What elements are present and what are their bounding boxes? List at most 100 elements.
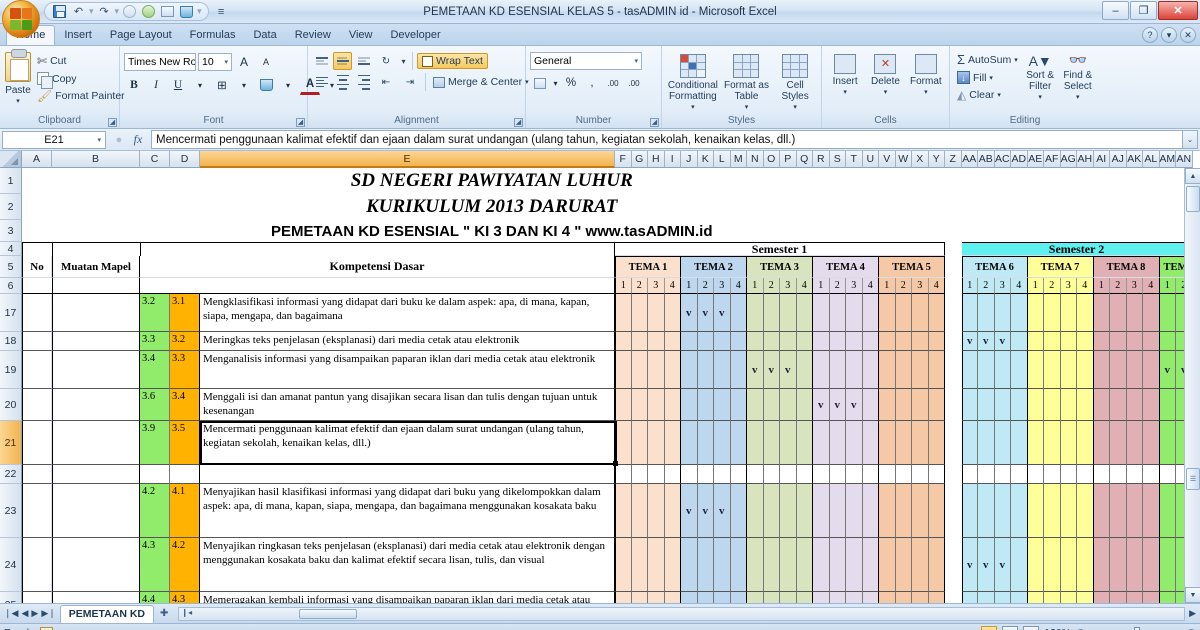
mark-s1-17-4-1[interactable]: [813, 294, 830, 332]
cell-kompetensi-20[interactable]: Menggali isi dan amanat pantun yang disa…: [200, 389, 615, 421]
mark-s2-20-7-1[interactable]: [1027, 389, 1044, 421]
page-layout-view-button[interactable]: [1002, 626, 1019, 630]
mark-s1-25-4-4[interactable]: [862, 592, 879, 603]
mark-s2-18-7-4[interactable]: [1077, 332, 1094, 351]
subcol-2-4[interactable]: 4: [730, 278, 747, 294]
mark-s1-18-3-4[interactable]: [796, 332, 813, 351]
increase-indent-button[interactable]: ⇥: [399, 73, 421, 91]
mark-s1-18-1-2[interactable]: [631, 332, 648, 351]
mark-s2-18-6-3[interactable]: v: [994, 332, 1011, 351]
column-header-ak[interactable]: AK: [1126, 151, 1143, 168]
quick-access-toolbar[interactable]: ↶ ▾ ↷ ▾ ▾: [44, 2, 209, 21]
italic-button[interactable]: I: [146, 75, 166, 95]
subcol-4-2[interactable]: 2: [829, 278, 846, 294]
mark-s1-22-2-4[interactable]: [730, 465, 747, 484]
cell-mapel-23[interactable]: [52, 484, 140, 538]
column-header-w[interactable]: W: [895, 151, 912, 168]
mark-s1-22-2-1[interactable]: [681, 465, 698, 484]
mark-s2-19-8-4[interactable]: [1143, 351, 1160, 389]
mark-s2-21-7-2[interactable]: [1044, 421, 1061, 465]
column-header-e[interactable]: E: [200, 151, 615, 168]
column-header-m[interactable]: M: [730, 151, 747, 168]
mark-s1-17-1-2[interactable]: [631, 294, 648, 332]
subcol-8-3[interactable]: 3: [1126, 278, 1143, 294]
cell-kompetensi-22[interactable]: [200, 465, 615, 484]
mark-s1-20-4-4[interactable]: [862, 389, 879, 421]
mark-s1-18-1-1[interactable]: [615, 332, 632, 351]
mark-s1-24-5-2[interactable]: [895, 538, 912, 592]
mark-s1-22-1-1[interactable]: [615, 465, 632, 484]
page-break-view-button[interactable]: [1023, 626, 1040, 630]
green-circle-icon[interactable]: [140, 3, 157, 20]
mark-s1-23-3-4[interactable]: [796, 484, 813, 538]
mark-s2-19-6-1[interactable]: [961, 351, 978, 389]
column-header-ah[interactable]: AH: [1077, 151, 1094, 168]
fill-button[interactable]: ↓ Fill ▾: [954, 70, 1021, 85]
cell-mapel-18[interactable]: [52, 332, 140, 351]
decrease-font-size-button[interactable]: A: [256, 52, 276, 72]
mark-s1-19-2-1[interactable]: [681, 351, 698, 389]
orientation-dropdown-icon[interactable]: ▾: [399, 52, 408, 70]
prev-sheet-button[interactable]: ◀: [20, 608, 29, 619]
fill-color-dropdown-icon[interactable]: ▾: [278, 75, 298, 95]
mark-s1-25-5-3[interactable]: [912, 592, 929, 603]
mark-s1-22-3-2[interactable]: [763, 465, 780, 484]
cell-kd-green-17[interactable]: 3.2: [140, 294, 170, 332]
mark-s1-22-2-2[interactable]: [697, 465, 714, 484]
mark-s2-18-8-2[interactable]: [1110, 332, 1127, 351]
borders-dropdown-icon[interactable]: ▾: [234, 75, 254, 95]
column-header-an[interactable]: AN: [1176, 151, 1193, 168]
mark-s1-17-4-4[interactable]: [862, 294, 879, 332]
close-button[interactable]: ✕: [1158, 1, 1198, 20]
mark-s2-20-6-1[interactable]: [961, 389, 978, 421]
subcol-6-3[interactable]: 3: [994, 278, 1011, 294]
tab-developer[interactable]: Developer: [381, 26, 449, 45]
mark-s1-20-2-2[interactable]: [697, 389, 714, 421]
mark-s1-17-2-1[interactable]: v: [681, 294, 698, 332]
column-header-s[interactable]: S: [829, 151, 846, 168]
mark-s1-19-4-4[interactable]: [862, 351, 879, 389]
mark-s1-25-1-3[interactable]: [648, 592, 665, 603]
mark-s1-21-4-2[interactable]: [829, 421, 846, 465]
mark-s2-23-6-4[interactable]: [1011, 484, 1028, 538]
mark-s1-25-1-2[interactable]: [631, 592, 648, 603]
cell-kd-green-25[interactable]: 4.4: [140, 592, 170, 603]
mark-s1-25-3-1[interactable]: v: [747, 592, 764, 603]
mark-s1-18-5-2[interactable]: [895, 332, 912, 351]
mark-s1-22-2-3[interactable]: [714, 465, 731, 484]
mark-s1-17-4-3[interactable]: [846, 294, 863, 332]
mark-s2-24-6-2[interactable]: v: [978, 538, 995, 592]
mark-s2-24-8-4[interactable]: [1143, 538, 1160, 592]
mark-s2-19-8-3[interactable]: [1126, 351, 1143, 389]
delete-cells-button[interactable]: ✕ Delete ▾: [866, 52, 904, 100]
mark-s1-23-1-4[interactable]: [664, 484, 681, 538]
mark-s1-19-5-1[interactable]: [879, 351, 896, 389]
mark-s1-19-3-4[interactable]: [796, 351, 813, 389]
column-header-am[interactable]: AM: [1159, 151, 1176, 168]
mark-s2-23-6-2[interactable]: [978, 484, 995, 538]
mark-s1-23-5-1[interactable]: [879, 484, 896, 538]
mark-s2-17-7-2[interactable]: [1044, 294, 1061, 332]
mark-s1-17-4-2[interactable]: [829, 294, 846, 332]
qat-customize-icon[interactable]: ≡: [213, 3, 230, 20]
cell-no-19[interactable]: [22, 351, 52, 389]
copy-button[interactable]: Copy: [34, 71, 128, 89]
subcol-5-1[interactable]: 1: [879, 278, 896, 294]
mark-s1-23-4-2[interactable]: [829, 484, 846, 538]
increase-decimal-button[interactable]: .00: [603, 73, 623, 93]
cell-kd-green-19[interactable]: 3.4: [140, 351, 170, 389]
mark-s1-23-1-2[interactable]: [631, 484, 648, 538]
subcol-8-2[interactable]: 2: [1110, 278, 1127, 294]
mark-s1-17-3-4[interactable]: [796, 294, 813, 332]
vertical-scroll-thumb[interactable]: [1186, 186, 1200, 212]
mark-s1-19-3-1[interactable]: v: [747, 351, 764, 389]
font-size-dropdown-icon[interactable]: ▾: [224, 58, 228, 66]
redo-icon[interactable]: ↷: [96, 3, 113, 20]
mark-s2-24-6-4[interactable]: [1011, 538, 1028, 592]
subcol-5-4[interactable]: 4: [928, 278, 945, 294]
percent-button[interactable]: %: [561, 73, 581, 93]
mark-s1-20-1-4[interactable]: [664, 389, 681, 421]
cell-kd-green-21[interactable]: 3.9: [140, 421, 170, 465]
find-select-dropdown-icon[interactable]: ▾: [1076, 92, 1080, 103]
mark-s1-20-3-2[interactable]: [763, 389, 780, 421]
